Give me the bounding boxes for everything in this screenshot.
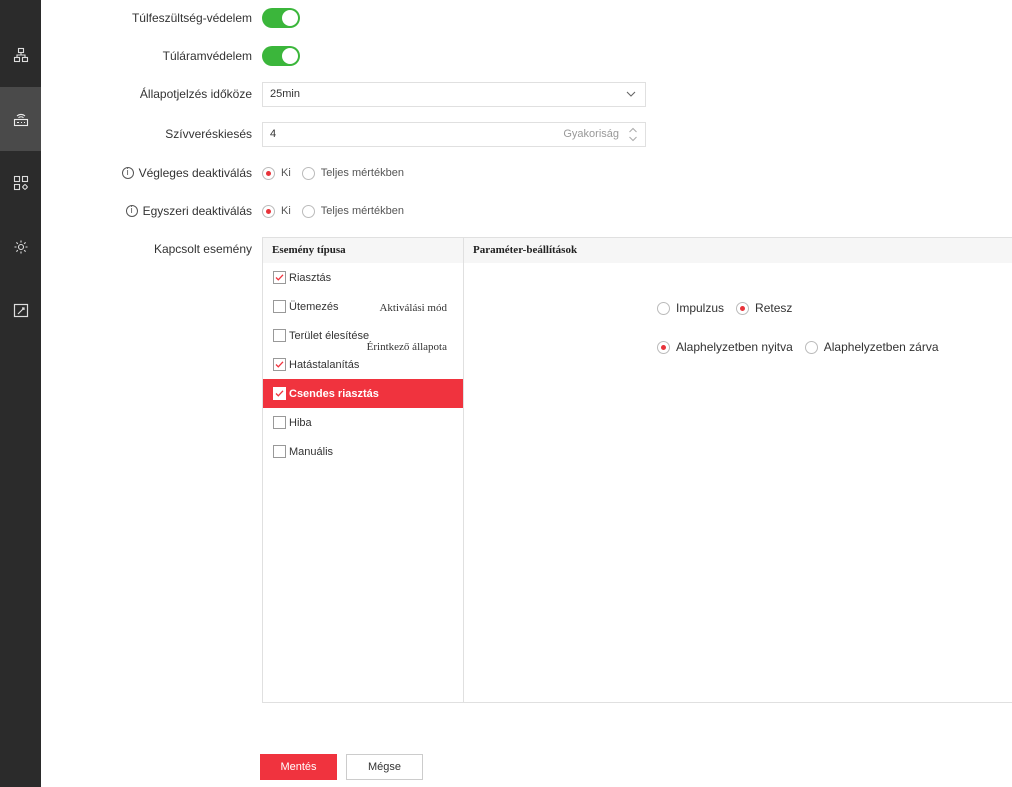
checkbox-checked[interactable] bbox=[273, 358, 286, 371]
linked-event-label: Kapcsolt esemény bbox=[153, 242, 252, 256]
network-topology-icon bbox=[13, 47, 28, 63]
event-type-label: Manuális bbox=[289, 445, 334, 458]
checkbox-checked[interactable] bbox=[273, 271, 286, 284]
overvoltage-row: Túlfeszültség-védelem bbox=[41, 6, 1012, 30]
checkbox-unchecked[interactable] bbox=[273, 445, 286, 458]
info-icon[interactable]: i bbox=[121, 167, 134, 179]
cancel-button[interactable]: Mégse bbox=[346, 754, 423, 780]
activation-mode-label: Aktiválási mód bbox=[379, 302, 447, 314]
chevron-down-icon bbox=[626, 91, 636, 97]
param-settings-column: Paraméter-beállítások Aktiválási mód Imp… bbox=[367, 238, 1012, 702]
overvoltage-toggle[interactable] bbox=[262, 8, 300, 28]
app-grid-settings-icon bbox=[13, 175, 28, 191]
single-deactivation-label: Egyszeri deaktiválás bbox=[142, 204, 252, 218]
info-icon[interactable]: i bbox=[125, 205, 138, 217]
event-type-label: Hatástalanítás bbox=[289, 358, 360, 371]
single-deactivation-option-off[interactable]: Ki bbox=[262, 204, 291, 218]
save-button[interactable]: Mentés bbox=[260, 754, 337, 780]
status-interval-row: Állapotjelzés időköze 25min bbox=[41, 82, 1012, 107]
checkbox-unchecked[interactable] bbox=[273, 300, 286, 313]
event-type-item[interactable]: Riasztás bbox=[263, 263, 463, 292]
heartbeat-label: Szívveréskiesés bbox=[165, 127, 252, 141]
single-deactivation-radios: Ki Teljes mértékben bbox=[262, 199, 415, 223]
gear-icon bbox=[14, 240, 27, 254]
permanent-deactivation-label: Végleges deaktiválás bbox=[138, 166, 252, 180]
event-type-header: Esemény típusa bbox=[263, 238, 463, 263]
event-type-label: Hiba bbox=[289, 416, 312, 429]
event-type-list: Riasztás Ütemezés Terület élesítése Hatásta… bbox=[263, 263, 463, 466]
linked-event-panel: Esemény típusa Riasztás Ütemezés Terület é… bbox=[262, 237, 1012, 703]
device-module-icon bbox=[13, 113, 28, 127]
radio-unselected[interactable] bbox=[301, 204, 315, 218]
stepper-arrows-icon[interactable] bbox=[627, 126, 639, 143]
sidebar bbox=[0, 0, 41, 787]
overcurrent-toggle[interactable] bbox=[262, 46, 300, 66]
sidebar-item-settings[interactable] bbox=[0, 215, 41, 279]
status-interval-select[interactable]: 25min bbox=[262, 82, 646, 107]
sidebar-item-device[interactable] bbox=[0, 87, 41, 151]
maintenance-screen-icon bbox=[13, 303, 28, 318]
heartbeat-input[interactable]: 4 Gyakoriság bbox=[262, 122, 646, 147]
radio-unselected[interactable] bbox=[657, 301, 670, 315]
overvoltage-label: Túlfeszültség-védelem bbox=[131, 11, 252, 25]
status-interval-label: Állapotjelzés időköze bbox=[139, 87, 252, 101]
overcurrent-row: Túláramvédelem bbox=[41, 44, 1012, 68]
event-type-item[interactable]: Hiba bbox=[263, 408, 463, 437]
radio-unselected[interactable] bbox=[301, 166, 315, 180]
event-type-label: Riasztás bbox=[289, 271, 332, 284]
sidebar-item-maintenance[interactable] bbox=[0, 279, 41, 343]
permanent-deactivation-radios: Ki Teljes mértékben bbox=[262, 161, 415, 185]
event-type-item[interactable]: Manuális bbox=[263, 437, 463, 466]
activation-mode-row: Aktiválási mód Impulzus Retesz bbox=[379, 296, 1012, 320]
contact-state-option-open[interactable]: Alaphelyzetben nyitva bbox=[657, 340, 793, 354]
checkbox-unchecked[interactable] bbox=[273, 329, 286, 342]
contact-state-row: Érintkező állapota Alaphelyzetben nyitva… bbox=[367, 335, 1012, 359]
contact-state-label: Érintkező állapota bbox=[366, 341, 447, 353]
permanent-deactivation-option-full[interactable]: Teljes mértékben bbox=[301, 166, 404, 180]
check-icon bbox=[275, 390, 284, 397]
activation-mode-option-latch[interactable]: Retesz bbox=[736, 301, 792, 315]
checkbox-checked[interactable] bbox=[273, 387, 286, 400]
activation-mode-option-pulse[interactable]: Impulzus bbox=[657, 301, 724, 315]
heartbeat-row: Szívveréskiesés 4 Gyakoriság bbox=[41, 122, 1012, 147]
check-icon bbox=[275, 274, 284, 281]
heartbeat-unit: Gyakoriság bbox=[563, 128, 619, 140]
sidebar-item-apps[interactable] bbox=[0, 151, 41, 215]
event-type-label: Csendes riasztás bbox=[289, 387, 379, 400]
sidebar-item-network[interactable] bbox=[0, 23, 41, 87]
permanent-deactivation-row: i Végleges deaktiválás Ki Teljes mértékb… bbox=[41, 161, 1012, 185]
single-deactivation-row: i Egyszeri deaktiválás Ki Teljes mértékb… bbox=[41, 199, 1012, 223]
checkbox-unchecked[interactable] bbox=[273, 416, 286, 429]
event-type-item[interactable]: Csendes riasztás bbox=[263, 379, 463, 408]
heartbeat-value: 4 bbox=[270, 128, 277, 140]
check-icon bbox=[275, 361, 284, 368]
radio-selected[interactable] bbox=[262, 166, 275, 180]
permanent-deactivation-option-off[interactable]: Ki bbox=[262, 166, 291, 180]
radio-selected[interactable] bbox=[262, 204, 275, 218]
single-deactivation-option-full[interactable]: Teljes mértékben bbox=[301, 204, 404, 218]
param-settings-header: Paraméter-beállítások bbox=[464, 238, 1012, 263]
radio-selected[interactable] bbox=[736, 301, 750, 315]
contact-state-option-closed[interactable]: Alaphelyzetben zárva bbox=[804, 340, 939, 354]
overcurrent-label: Túláramvédelem bbox=[162, 49, 252, 63]
radio-unselected[interactable] bbox=[804, 340, 818, 354]
radio-selected[interactable] bbox=[657, 340, 670, 354]
status-interval-value: 25min bbox=[270, 88, 300, 100]
